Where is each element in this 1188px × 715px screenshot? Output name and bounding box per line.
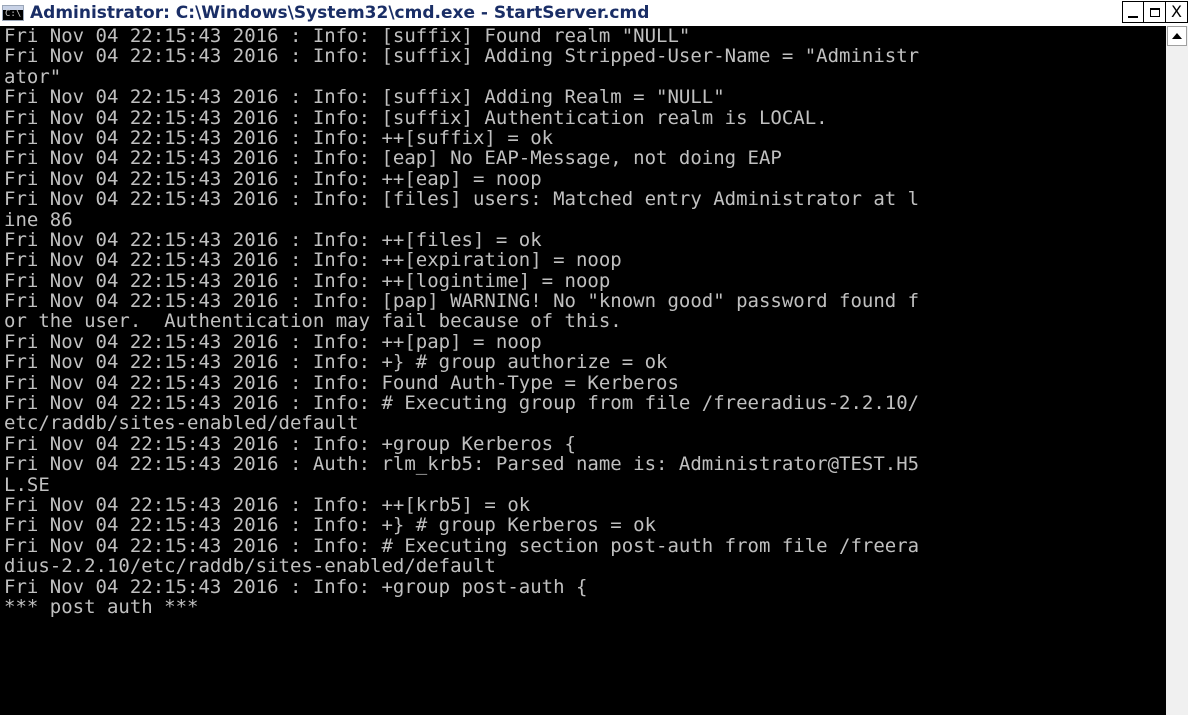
close-button[interactable]: X <box>1166 1 1188 23</box>
icon-label: C:\ <box>5 9 22 19</box>
minimize-button[interactable] <box>1122 1 1144 23</box>
console-line: *** post auth *** <box>4 595 199 618</box>
console-line: ator" <box>4 65 62 88</box>
console-line: Fri Nov 04 22:15:43 2016 : Info: [files]… <box>4 188 920 211</box>
console-line: Fri Nov 04 22:15:43 2016 : Info: [suffix… <box>4 86 725 109</box>
cmd-app-icon[interactable]: C:\ <box>2 5 24 21</box>
console-lines: Fri Nov 04 22:15:43 2016 : Info: [suffix… <box>4 26 919 617</box>
vertical-scrollbar[interactable] <box>1166 26 1188 715</box>
console-line: Fri Nov 04 22:15:43 2016 : Info: # Execu… <box>4 392 920 415</box>
console-line: Fri Nov 04 22:15:43 2016 : Info: ++[krb5… <box>4 493 531 516</box>
console-line: etc/raddb/sites-enabled/default <box>4 412 359 435</box>
console-line: L.SE <box>4 473 50 496</box>
console-line: Fri Nov 04 22:15:43 2016 : Info: ++[file… <box>4 228 542 251</box>
console-line: Fri Nov 04 22:15:43 2016 : Info: [suffix… <box>4 106 828 129</box>
close-icon: X <box>1171 2 1182 21</box>
console-line: Fri Nov 04 22:15:43 2016 : Info: +} # gr… <box>4 514 657 537</box>
console-line: Fri Nov 04 22:15:43 2016 : Info: [suffix… <box>4 26 691 47</box>
console-output[interactable]: Fri Nov 04 22:15:43 2016 : Info: [suffix… <box>0 26 1166 715</box>
title-bar[interactable]: C:\ Administrator: C:\Windows\System32\c… <box>0 0 1188 26</box>
console-line: Fri Nov 04 22:15:43 2016 : Info: ++[logi… <box>4 269 611 292</box>
console-line: Fri Nov 04 22:15:43 2016 : Info: +} # gr… <box>4 351 668 374</box>
console-line: Fri Nov 04 22:15:43 2016 : Info: ++[eap]… <box>4 167 542 190</box>
up-arrow-icon <box>1172 33 1182 39</box>
cmd-window: C:\ Administrator: C:\Windows\System32\c… <box>0 0 1188 715</box>
console-line: Fri Nov 04 22:15:43 2016 : Info: # Execu… <box>4 534 920 557</box>
maximize-icon <box>1149 7 1160 17</box>
window-title: Administrator: C:\Windows\System32\cmd.e… <box>30 3 650 23</box>
console-line: ine 86 <box>4 208 73 231</box>
console-line: Fri Nov 04 22:15:43 2016 : Info: [eap] N… <box>4 147 782 170</box>
maximize-button[interactable] <box>1144 1 1166 23</box>
console-line: Fri Nov 04 22:15:43 2016 : Info: [pap] W… <box>4 290 920 313</box>
console-line: or the user. Authentication may fail bec… <box>4 310 622 333</box>
console-line: Fri Nov 04 22:15:43 2016 : Info: +group … <box>4 575 588 598</box>
console-line: Fri Nov 04 22:15:43 2016 : Info: ++[suff… <box>4 126 554 149</box>
console-line: Fri Nov 04 22:15:43 2016 : Info: +group … <box>4 432 576 455</box>
scroll-up-button[interactable] <box>1167 26 1187 46</box>
console-line: Fri Nov 04 22:15:43 2016 : Info: ++[pap]… <box>4 330 542 353</box>
window-controls: X <box>1122 1 1188 23</box>
console-line: Fri Nov 04 22:15:43 2016 : Info: [suffix… <box>4 45 920 68</box>
minimize-icon <box>1128 15 1138 18</box>
console-line: Fri Nov 04 22:15:43 2016 : Info: Found A… <box>4 371 679 394</box>
console-line: Fri Nov 04 22:15:43 2016 : Info: ++[expi… <box>4 249 622 272</box>
console-line: Fri Nov 04 22:15:43 2016 : Auth: rlm_krb… <box>4 453 920 476</box>
console-line: dius-2.2.10/etc/raddb/sites-enabled/defa… <box>4 555 496 578</box>
